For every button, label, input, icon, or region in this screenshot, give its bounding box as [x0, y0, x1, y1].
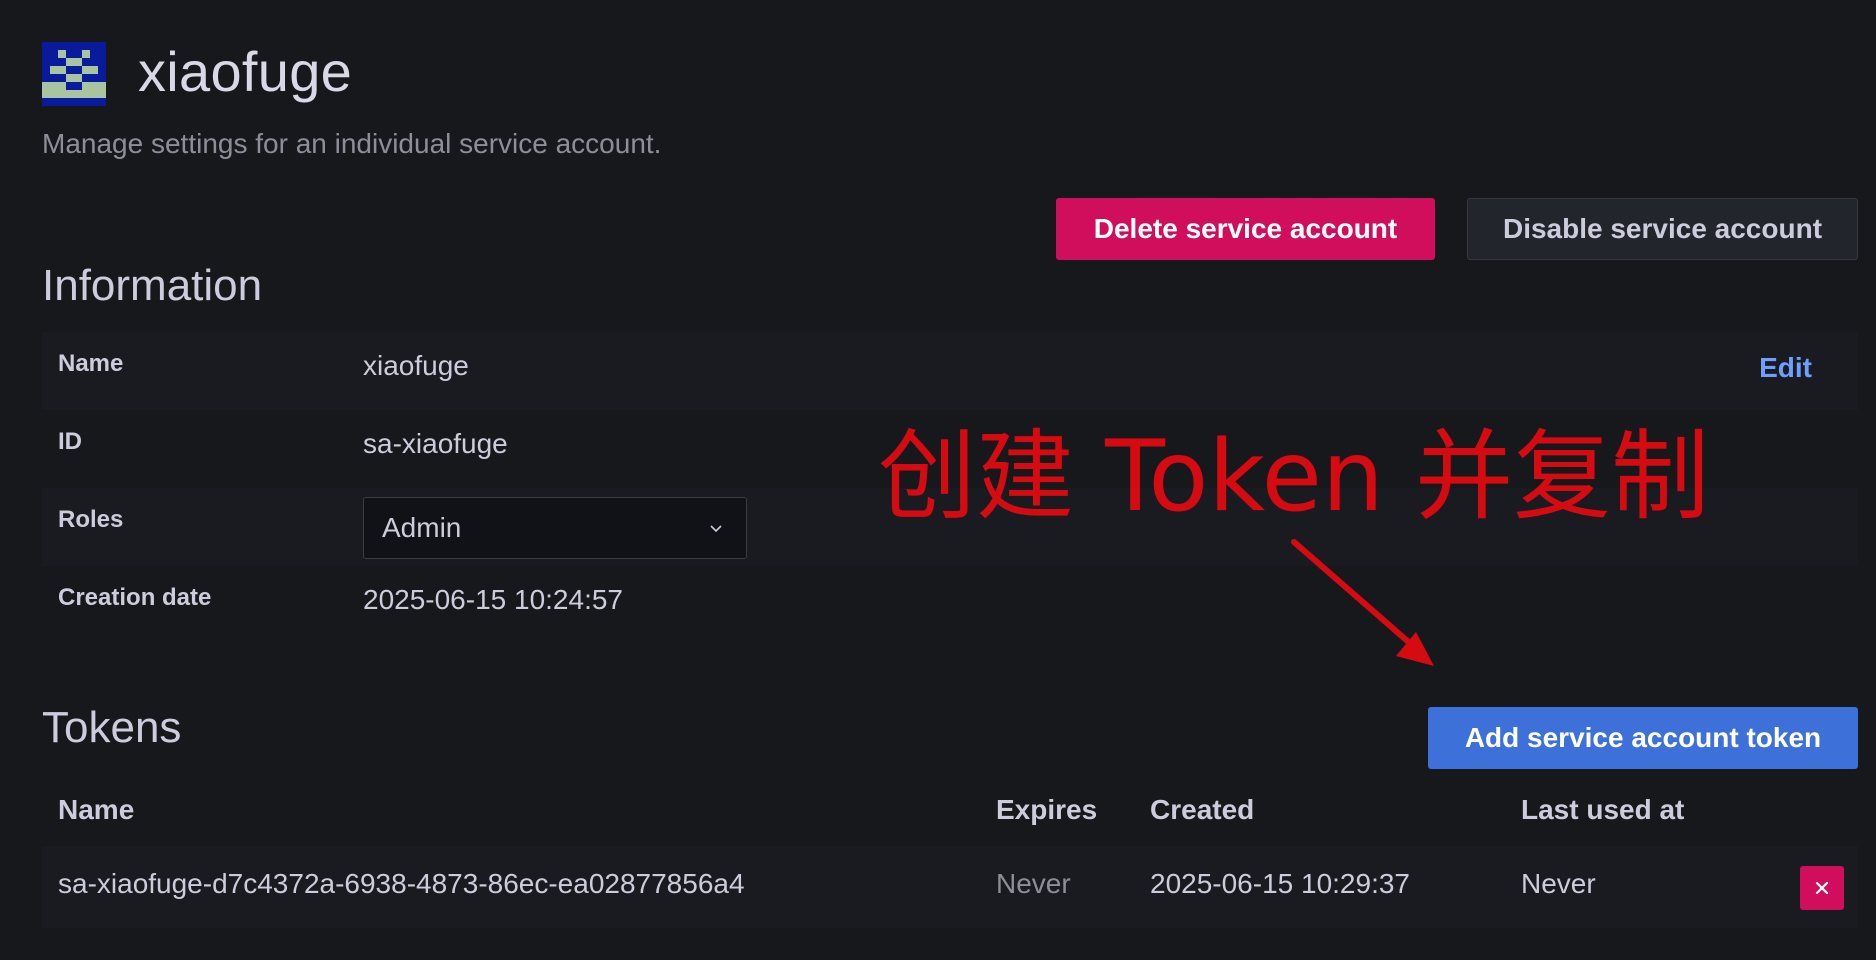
service-account-page: xiaofuge Manage settings for an individu…: [0, 0, 1876, 960]
add-service-account-token-button[interactable]: Add service account token: [1428, 707, 1858, 769]
token-created: 2025-06-15 10:29:37: [1150, 868, 1410, 899]
annotation-text: 创建 Token 并复制: [878, 420, 1710, 534]
column-header-expires: Expires: [996, 794, 1098, 825]
info-value: xiaofuge: [363, 350, 469, 381]
role-select[interactable]: Admin: [363, 497, 747, 559]
delete-service-account-button[interactable]: Delete service account: [1056, 198, 1435, 260]
edit-name-button[interactable]: Edit: [1759, 352, 1812, 384]
info-row-creation-date: Creation date 2025-06-15 10:24:57: [42, 566, 1858, 644]
disable-service-account-button[interactable]: Disable service account: [1467, 198, 1858, 260]
column-header-name: Name: [58, 794, 135, 825]
column-header-last-used: Last used at: [1521, 794, 1685, 825]
info-value: sa-xiaofuge: [363, 428, 508, 459]
info-value: 2025-06-15 10:24:57: [363, 584, 623, 615]
info-label: Name: [58, 350, 124, 377]
tokens-heading: Tokens: [42, 703, 182, 752]
token-expires: Never: [996, 868, 1071, 899]
info-row-name: Name xiaofuge Edit: [42, 332, 1858, 410]
delete-token-button[interactable]: [1800, 866, 1844, 910]
info-label: ID: [58, 428, 82, 455]
information-heading: Information: [42, 261, 263, 310]
avatar: [42, 42, 106, 106]
page-subtitle: Manage settings for an individual servic…: [42, 128, 662, 159]
table-row: sa-xiaofuge-d7c4372a-6938-4873-86ec-ea02…: [42, 846, 1858, 928]
info-label: Roles: [58, 506, 124, 533]
info-label: Creation date: [58, 584, 212, 611]
annotation-arrow-icon: [1291, 539, 1434, 666]
tokens-table-header: Name Expires Created Last used at: [42, 788, 1858, 836]
close-icon: [1815, 881, 1829, 895]
chevron-down-icon: [710, 525, 722, 533]
column-header-created: Created: [1150, 794, 1255, 825]
token-last-used: Never: [1521, 868, 1596, 899]
token-name: sa-xiaofuge-d7c4372a-6938-4873-86ec-ea02…: [58, 868, 745, 899]
page-title: xiaofuge: [138, 40, 353, 103]
role-select-value: Admin: [382, 512, 462, 543]
